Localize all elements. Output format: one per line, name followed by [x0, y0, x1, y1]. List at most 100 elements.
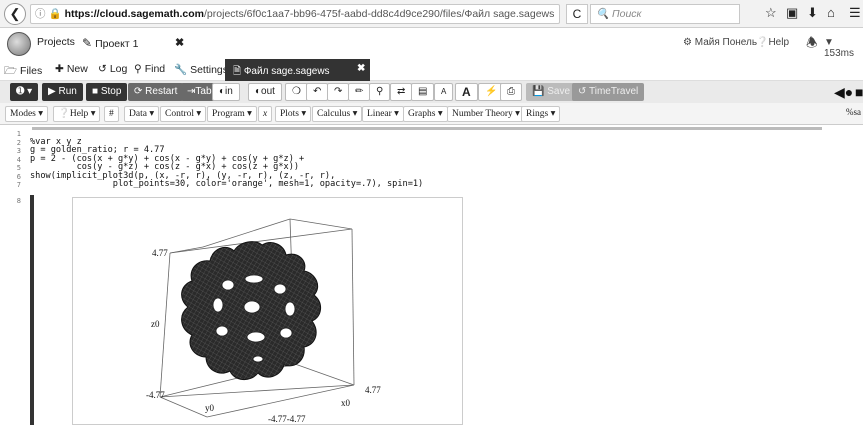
data-label: Data	[129, 109, 147, 119]
files-tab[interactable]: 🗁 Files	[4, 63, 42, 81]
rings-menu[interactable]: Rings ▾	[521, 106, 561, 122]
program-menu[interactable]: Program ▾	[207, 106, 257, 122]
save-button[interactable]: 💾 Save	[526, 83, 577, 101]
number-theory-menu[interactable]: Number Theory ▾	[447, 106, 525, 122]
help-menu[interactable]: ❔Help ▾	[53, 106, 101, 122]
chat-bubble-icon[interactable]: ■	[855, 84, 863, 100]
plots-label: Plots	[280, 109, 300, 119]
sagemath-logo[interactable]	[7, 32, 31, 56]
download-icon[interactable]: ⬇	[807, 5, 818, 21]
chat-icon[interactable]: ◀●	[834, 84, 853, 101]
toggle-input-button[interactable]: ◐in	[212, 83, 240, 101]
browser-search-input[interactable]: 🔍 Поиск	[590, 4, 740, 24]
menu-icon[interactable]: ☰	[849, 5, 861, 21]
projects-link[interactable]: Projects	[37, 36, 75, 48]
active-file-tab[interactable]: 🗎 Файл sage.sagews ✖	[225, 59, 370, 81]
comment-menu[interactable]: #	[104, 106, 119, 122]
modes-label: Modes	[10, 109, 36, 119]
bell-icon[interactable]: 🕭	[806, 34, 818, 56]
data-menu[interactable]: Data ▾	[124, 106, 160, 122]
toggle-output-button[interactable]: ◐out	[248, 83, 282, 101]
control-label: Control	[165, 109, 195, 119]
kill-icon[interactable]: ❍	[285, 83, 308, 101]
run-button[interactable]: ▶ Run	[42, 83, 83, 101]
x-menu[interactable]: x	[258, 106, 273, 122]
implicit-plot-3d[interactable]	[72, 197, 463, 425]
worksheet-toolbar: ➊ ▾ ▶ Run ■ Stop ⟳ Restart ⇥Tab ◐in ◐out…	[0, 81, 863, 103]
save-label: Save	[547, 86, 571, 97]
mesh-hole	[212, 297, 224, 313]
stop-label: Stop	[100, 86, 122, 97]
new-tab[interactable]: ✚ New	[55, 63, 88, 75]
z-max-label: 4.77	[152, 248, 168, 258]
number-theory-label: Number Theory	[452, 109, 513, 119]
replace-icon[interactable]: ⇄	[390, 83, 413, 101]
log-tab-label: Log	[109, 63, 128, 75]
file-icon: 🗎	[233, 66, 242, 77]
line-number: 7	[16, 181, 21, 189]
back-arrow-icon[interactable]: ❮	[4, 3, 26, 25]
mesh-hole	[221, 279, 235, 291]
wrench-icon: 🔧	[174, 64, 188, 76]
home-icon[interactable]: ⌂	[827, 5, 835, 20]
address-bar[interactable]: ⓘ 🔒 https://cloud.sagemath.com/projects/6f…	[30, 4, 560, 24]
help-link[interactable]: ❔Help	[756, 37, 789, 48]
line-number: 5	[16, 164, 21, 172]
timetravel-button[interactable]: ↺ TimeTravel	[572, 83, 645, 101]
mesh-hole	[284, 301, 296, 317]
project-tab[interactable]: ✎ Проект 1	[82, 36, 138, 50]
linear-menu[interactable]: Linear ▾	[362, 106, 404, 122]
restart-label: Restart	[145, 86, 178, 97]
plots-menu[interactable]: Plots ▾	[275, 106, 312, 122]
find-tab[interactable]: ⚲ Find	[134, 63, 165, 75]
user-label: Майя Понель	[694, 37, 758, 48]
font-larger-button[interactable]: A	[455, 83, 478, 101]
run-label: Run	[58, 86, 77, 97]
pencil-icon[interactable]: ✏	[348, 83, 371, 101]
cell-menu-button[interactable]: ➊ ▾	[10, 83, 39, 101]
font-smaller-button[interactable]: A	[434, 83, 454, 101]
rings-label: Rings	[526, 109, 549, 119]
project-tab-label: Проект 1	[95, 38, 139, 50]
undo-icon[interactable]: ↶	[306, 83, 329, 101]
user-menu[interactable]: ⚙ Майя Понель	[683, 37, 757, 48]
reading-list-icon[interactable]: ▣	[786, 5, 798, 21]
mesh-hole	[273, 283, 287, 295]
modes-menu[interactable]: Modes ▾	[5, 106, 49, 122]
calculus-menu[interactable]: Calculus ▾	[312, 106, 363, 122]
folder-icon: 🗁	[4, 65, 18, 77]
line-number: 3	[16, 147, 21, 155]
help-menu-label: Help	[69, 109, 89, 119]
connection-status[interactable]: ▼ 153ms	[824, 37, 863, 59]
bookmark-star-icon[interactable]: ☆	[765, 5, 777, 21]
info-icon: ⓘ	[35, 8, 46, 20]
linear-label: Linear	[367, 109, 392, 119]
mesh-hole	[246, 331, 266, 343]
files-tab-label: Files	[20, 65, 43, 77]
plus-circle-icon: ✚	[55, 63, 64, 75]
new-tab-label: New	[66, 63, 88, 75]
log-tab[interactable]: ↺ Log	[98, 63, 127, 75]
print-icon[interactable]: ⎙	[500, 83, 522, 101]
restart-button[interactable]: ⟳ Restart	[128, 83, 184, 101]
graphs-menu[interactable]: Graphs ▾	[403, 106, 448, 122]
redo-icon[interactable]: ↷	[327, 83, 350, 101]
search-placeholder: Поиск	[612, 8, 642, 20]
box-edge	[159, 252, 171, 398]
close-file-icon[interactable]: ✖	[357, 63, 365, 74]
cell-divider	[32, 127, 822, 130]
reload-icon[interactable]: C	[566, 4, 588, 24]
stop-button[interactable]: ■ Stop	[86, 83, 128, 101]
code-line[interactable]: plot_points=30, color='orange', mesh=1, …	[30, 179, 423, 189]
box-edge	[159, 396, 208, 418]
control-menu[interactable]: Control ▾	[160, 106, 207, 122]
x-axis-label: x0	[341, 398, 350, 408]
search-icon[interactable]: ⚲	[369, 83, 391, 101]
y-axis-label: y0	[205, 403, 214, 413]
settings-tab[interactable]: 🔧 Settings	[174, 63, 228, 76]
tab-label: Tab	[195, 86, 212, 97]
output-marker	[30, 195, 34, 425]
help-label: Help	[768, 37, 790, 48]
close-icon[interactable]: ✖	[175, 36, 184, 49]
split-view-icon[interactable]: ▤	[411, 83, 435, 101]
